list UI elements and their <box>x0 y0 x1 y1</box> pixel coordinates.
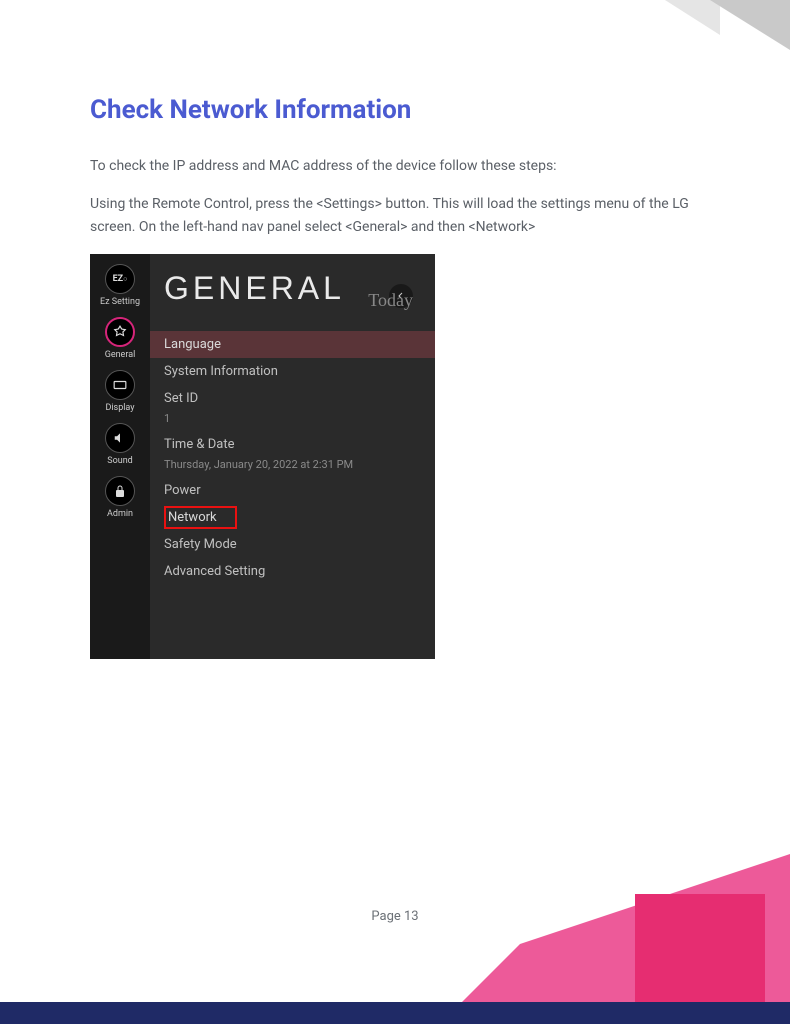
intro-paragraph-1: To check the IP address and MAC address … <box>90 155 700 177</box>
ez-icon: EZ○ <box>105 264 135 294</box>
nav-label: Ez Setting <box>100 297 140 307</box>
page-corner-bottom <box>440 854 790 1024</box>
menu-time-date[interactable]: Time & Date <box>164 431 421 458</box>
footer-bar <box>0 1002 790 1024</box>
menu-language[interactable]: Language <box>150 331 435 358</box>
menu-system-info[interactable]: System Information <box>164 358 421 385</box>
page-body: Check Network Information To check the I… <box>0 0 790 659</box>
nav-label: Display <box>105 403 134 413</box>
menu-power[interactable]: Power <box>164 477 421 504</box>
nav-label: General <box>105 350 136 360</box>
lock-icon <box>105 476 135 506</box>
lg-sidebar: EZ○ Ez Setting General Display Sound Adm… <box>90 254 150 659</box>
menu-item-label: Language <box>164 337 221 352</box>
sound-icon <box>105 423 135 453</box>
intro-paragraph-2: Using the Remote Control, press the <Set… <box>90 193 700 238</box>
lg-main-panel: GENERAL Today Language System Informatio… <box>150 254 435 659</box>
menu-set-id-value: 1 <box>164 412 421 431</box>
page-corner-top <box>640 0 790 75</box>
menu-safety-mode[interactable]: Safety Mode <box>164 531 421 558</box>
menu-network[interactable]: Network <box>164 506 237 529</box>
lg-settings-screenshot: EZ○ Ez Setting General Display Sound Adm… <box>90 254 435 659</box>
today-label: Today <box>368 290 413 311</box>
page-heading: Check Network Information <box>90 95 700 125</box>
menu-time-date-value: Thursday, January 20, 2022 at 2:31 PM <box>164 458 421 477</box>
nav-label: Admin <box>107 509 133 519</box>
nav-admin[interactable]: Admin <box>90 476 150 519</box>
nav-general[interactable]: General <box>90 317 150 360</box>
nav-ez-setting[interactable]: EZ○ Ez Setting <box>90 264 150 307</box>
display-icon <box>105 370 135 400</box>
menu-list: System Information Set ID 1 Time & Date … <box>150 358 435 585</box>
menu-set-id[interactable]: Set ID <box>164 385 421 412</box>
nav-sound[interactable]: Sound <box>90 423 150 466</box>
general-icon <box>105 317 135 347</box>
menu-advanced-setting[interactable]: Advanced Setting <box>164 558 421 585</box>
nav-display[interactable]: Display <box>90 370 150 413</box>
nav-label: Sound <box>107 456 132 466</box>
